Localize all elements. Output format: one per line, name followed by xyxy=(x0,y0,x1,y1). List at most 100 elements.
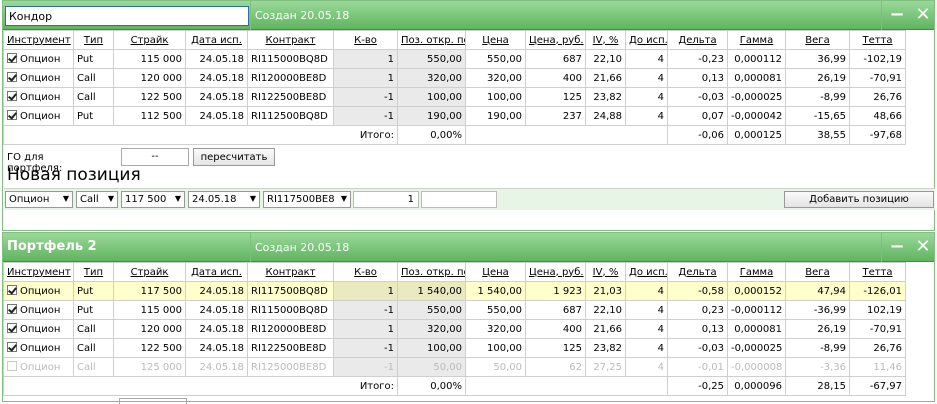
cell-price-rub: 125 xyxy=(525,338,586,358)
column-header-delta[interactable]: Дельта xyxy=(667,262,728,282)
column-header-price[interactable]: Цена xyxy=(465,262,526,282)
column-header-gamma[interactable]: Гамма xyxy=(727,30,786,50)
type-select-value: Call xyxy=(80,194,99,205)
totals-label: Итого: xyxy=(3,125,398,145)
column-header-iv[interactable]: IV, % xyxy=(585,30,626,50)
new-position-title: Новая позиция xyxy=(7,165,141,185)
cell-gamma: -0,000112 xyxy=(727,300,786,320)
strike-select[interactable]: 117 500 ▼ xyxy=(121,191,185,208)
instrument-select-value: Опцион xyxy=(9,194,50,205)
table-row[interactable]: Опцион Call 120 000 24.05.18 RI120000BE8D 1 32… xyxy=(3,68,906,88)
column-header-price[interactable]: Цена xyxy=(465,30,526,50)
table-row[interactable]: Опцион Call 122 500 24.05.18 RI122500BE8D -1 1… xyxy=(3,338,906,358)
column-header-type[interactable]: Тип xyxy=(73,262,114,282)
checkbox-icon[interactable] xyxy=(7,342,17,352)
totals-vega: 38,55 xyxy=(785,125,850,145)
cell-theta: -102,19 xyxy=(849,49,906,69)
column-header-theta[interactable]: Тетта xyxy=(849,262,906,282)
close-icon[interactable]: ✕ xyxy=(913,5,933,25)
type-select[interactable]: Call ▼ xyxy=(76,191,118,208)
column-header-contract[interactable]: Контракт xyxy=(247,262,334,282)
cell-gamma: -0,000042 xyxy=(727,106,786,126)
cell-text: Опцион xyxy=(20,324,61,335)
dropdown-arrow-icon: ▼ xyxy=(107,194,114,203)
column-header-vega[interactable]: Вега xyxy=(785,262,850,282)
contract-select[interactable]: RI117500BE8 ▼ xyxy=(263,191,351,208)
table-row[interactable]: Опцион Put 117 500 24.05.18 RI117500BQ8D 1 1 5… xyxy=(3,281,906,301)
cell-contract: RI112500BQ8D xyxy=(247,106,334,126)
cell-date: 24.05.18 xyxy=(185,281,248,301)
cell-qty: 1 xyxy=(333,68,398,88)
cell-price-rub: 237 xyxy=(525,106,586,126)
cell-instrument: Опцион xyxy=(3,87,74,107)
table-row[interactable]: Опцион Put 115 000 24.05.18 RI115000BQ8D -1 55… xyxy=(3,300,906,320)
table-row[interactable]: Опцион Call 122 500 24.05.18 RI122500BE8D -1 1… xyxy=(3,87,906,107)
checkbox-icon[interactable] xyxy=(7,285,17,295)
margin-value-field[interactable] xyxy=(119,398,187,404)
checkbox-icon[interactable] xyxy=(7,361,17,371)
checkbox-icon[interactable] xyxy=(7,304,17,314)
checkbox-icon[interactable] xyxy=(7,53,17,63)
dropdown-arrow-icon: ▼ xyxy=(174,194,181,203)
column-header-gamma[interactable]: Гамма xyxy=(727,262,786,282)
column-header-qty[interactable]: К-во xyxy=(333,262,398,282)
cell-type: Put xyxy=(73,300,114,320)
column-header-qty[interactable]: К-во xyxy=(333,30,398,50)
column-header-strike[interactable]: Страйк xyxy=(113,262,186,282)
date-select[interactable]: 24.05.18 ▼ xyxy=(188,191,260,208)
close-icon[interactable]: ✕ xyxy=(913,237,933,257)
table-row[interactable]: Опцион Call 125 000 24.05.18 RI125000BE8D -1 5… xyxy=(3,357,906,377)
table-row[interactable]: Опцион Put 112 500 24.05.18 RI112500BQ8D -1 19… xyxy=(3,106,906,126)
checkbox-icon[interactable] xyxy=(7,72,17,82)
open-price-input[interactable] xyxy=(421,191,497,208)
cell-vega: 47,94 xyxy=(785,281,850,301)
column-header-price-rub[interactable]: Цена, руб. xyxy=(525,262,586,282)
portfolio-header: Портфель 2 Создан 20.05.18 − ✕ xyxy=(3,233,934,262)
column-header-instrument[interactable]: Инструмент xyxy=(3,30,74,50)
column-header-contract[interactable]: Контракт xyxy=(247,30,334,50)
column-header-strike[interactable]: Страйк xyxy=(113,30,186,50)
recalculate-button[interactable]: пересчитать xyxy=(193,148,275,166)
column-header-days[interactable]: До исп. xyxy=(625,30,668,50)
column-header-price-rub[interactable]: Цена, руб. xyxy=(525,30,586,50)
column-header-delta[interactable]: Дельта xyxy=(667,30,728,50)
table-row[interactable]: Опцион Call 120 000 24.05.18 RI120000BE8D 1 32… xyxy=(3,319,906,339)
cell-qty: -1 xyxy=(333,106,398,126)
cell-strike: 117 500 xyxy=(113,281,186,301)
checkbox-icon[interactable] xyxy=(7,110,17,120)
column-header-instrument[interactable]: Инструмент xyxy=(3,262,74,282)
column-header-type[interactable]: Тип xyxy=(73,30,114,50)
portfolio-name[interactable]: Портфель 2 xyxy=(7,239,97,254)
cell-qty: -1 xyxy=(333,338,398,358)
column-header-vega[interactable]: Вега xyxy=(785,30,850,50)
minimize-icon[interactable]: − xyxy=(887,5,907,25)
margin-value-field[interactable]: -- xyxy=(121,148,189,166)
cell-instrument: Опцион xyxy=(3,49,74,69)
cell-qty: 1 xyxy=(333,49,398,69)
column-header-iv[interactable]: IV, % xyxy=(585,262,626,282)
cell-delta: -0,23 xyxy=(667,49,728,69)
column-header-theta[interactable]: Тетта xyxy=(849,30,906,50)
dropdown-arrow-icon: ▼ xyxy=(340,194,347,203)
column-header-open-price[interactable]: Поз. откр. по xyxy=(397,30,466,50)
cell-qty: -1 xyxy=(333,300,398,320)
checkbox-icon[interactable] xyxy=(7,91,17,101)
column-header-days[interactable]: До исп. xyxy=(625,262,668,282)
totals-percent: 0,00% xyxy=(397,376,466,396)
table-row[interactable]: Опцион Put 115 000 24.05.18 RI115000BQ8D 1 550… xyxy=(3,49,906,69)
cell-contract: RI120000BE8D xyxy=(247,319,334,339)
instrument-select[interactable]: Опцион ▼ xyxy=(5,191,73,208)
totals-label: Итого: xyxy=(3,376,398,396)
column-header-date[interactable]: Дата исп. xyxy=(185,30,248,50)
add-position-button[interactable]: Добавить позицию xyxy=(784,191,934,208)
cell-contract: RI115000BQ8D xyxy=(247,49,334,69)
totals-spacer xyxy=(465,125,668,145)
column-header-date[interactable]: Дата исп. xyxy=(185,262,248,282)
cell-qty: 1 xyxy=(333,319,398,339)
checkbox-icon[interactable] xyxy=(7,323,17,333)
portfolio-name-input[interactable] xyxy=(5,6,249,26)
column-header-open-price[interactable]: Поз. откр. по xyxy=(397,262,466,282)
cell-instrument: Опцион xyxy=(3,106,74,126)
minimize-icon[interactable]: − xyxy=(887,237,907,257)
quantity-input[interactable]: 1 xyxy=(353,191,419,208)
